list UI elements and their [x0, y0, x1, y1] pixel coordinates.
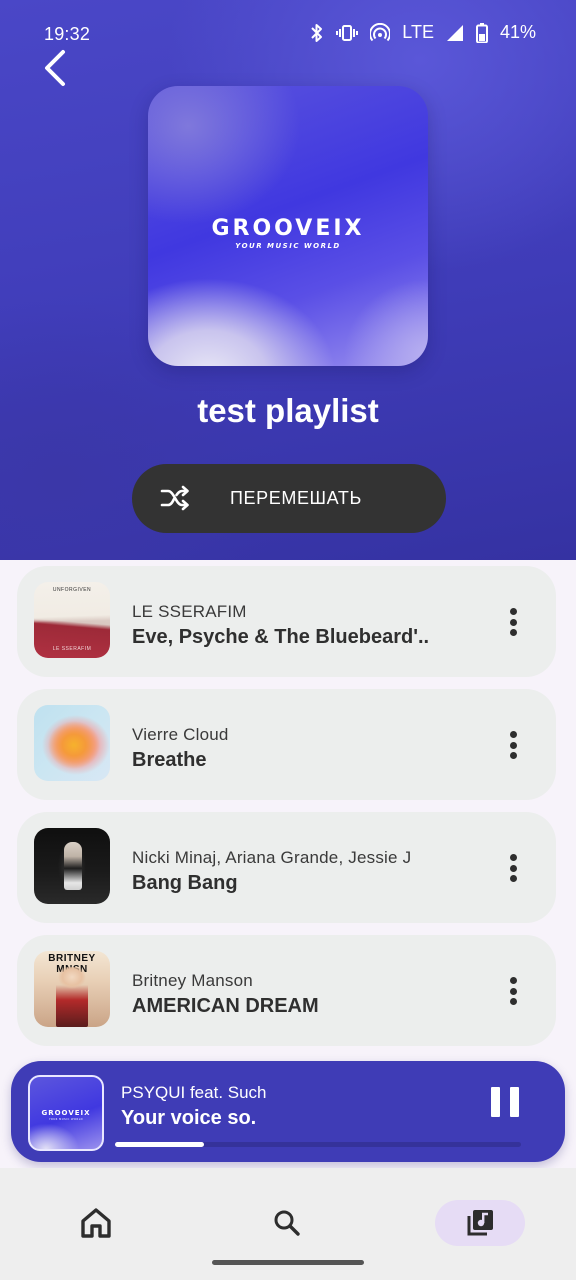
more-options-icon[interactable] — [500, 850, 526, 886]
home-icon — [81, 1208, 111, 1238]
hotspot-icon — [370, 22, 391, 43]
artwork-figure — [56, 967, 88, 1027]
more-options-icon[interactable] — [500, 727, 526, 763]
track-row[interactable]: Vierre Cloud Breathe — [17, 689, 556, 800]
vibrate-icon — [336, 23, 359, 43]
playlist-header: 19:32 LTE 41% GROOVEIX YOUR MUSIC WORLD … — [0, 0, 576, 560]
playlist-title: test playlist — [197, 392, 379, 429]
shuffle-button[interactable]: ПЕРЕМЕШАТЬ — [132, 464, 446, 533]
nav-search[interactable] — [263, 1200, 311, 1246]
track-row[interactable]: UNFORGIVEN LE SSERAFIM LE SSERAFIM Eve, … — [17, 566, 556, 677]
cover-logo: GROOVEIX — [211, 216, 365, 241]
pause-icon[interactable] — [491, 1087, 519, 1117]
track-title: AMERICAN DREAM — [132, 995, 319, 1017]
chevron-left-icon — [45, 50, 65, 86]
track-row[interactable]: BRITNEY MNSN Britney Manson AMERICAN DRE… — [17, 935, 556, 1046]
shuffle-icon — [160, 485, 190, 516]
mini-player-title: Your voice so. — [121, 1107, 257, 1129]
bottom-nav — [0, 1168, 576, 1280]
shuffle-label: ПЕРЕМЕШАТЬ — [230, 488, 362, 508]
artwork-figure — [64, 842, 82, 890]
bluetooth-icon — [310, 23, 324, 43]
track-artwork: UNFORGIVEN LE SSERAFIM — [34, 582, 110, 658]
track-row[interactable]: Nicki Minaj, Ariana Grande, Jessie J Ban… — [17, 812, 556, 923]
track-artist: Vierre Cloud — [132, 725, 229, 744]
track-artwork — [34, 828, 110, 904]
battery-level: 41% — [499, 22, 536, 42]
status-time: 19:32 — [44, 24, 91, 44]
playback-progress-fill — [115, 1142, 205, 1147]
cover-tagline: YOUR MUSIC WORLD — [235, 242, 341, 250]
search-icon — [274, 1210, 300, 1236]
mini-player[interactable]: GROOVEIX YOUR MUSIC WORLD PSYQUI feat. S… — [11, 1061, 565, 1162]
track-artwork — [34, 705, 110, 781]
more-options-icon[interactable] — [500, 604, 526, 640]
playback-progress[interactable] — [115, 1142, 521, 1147]
track-artist: Nicki Minaj, Ariana Grande, Jessie J — [132, 848, 412, 867]
artwork-text: UNFORGIVEN — [52, 587, 92, 593]
nav-home[interactable] — [72, 1200, 120, 1246]
track-artist: LE SSERAFIM — [132, 602, 247, 621]
track-title: Eve, Psyche & The Bluebeard'.. — [132, 626, 430, 648]
mini-player-artist: PSYQUI feat. Such — [121, 1083, 267, 1102]
status-icons: LTE 41% — [310, 22, 536, 43]
status-bar: 19:32 LTE 41% — [0, 0, 576, 68]
track-title: Breathe — [132, 749, 207, 771]
mini-player-artwork: GROOVEIX YOUR MUSIC WORLD — [28, 1075, 104, 1151]
more-options-icon[interactable] — [500, 973, 526, 1009]
network-type: LTE — [402, 22, 434, 42]
gesture-bar[interactable] — [212, 1260, 364, 1265]
track-artwork: BRITNEY MNSN — [34, 951, 110, 1027]
artwork-text: LE SSERAFIM — [52, 646, 92, 652]
library-music-icon — [467, 1210, 493, 1236]
track-title: Bang Bang — [132, 872, 238, 894]
playlist-cover: GROOVEIX YOUR MUSIC WORLD — [148, 86, 428, 366]
signal-icon — [446, 24, 464, 42]
nav-library[interactable] — [435, 1200, 525, 1246]
battery-icon — [475, 22, 488, 43]
mini-artwork-tagline: YOUR MUSIC WORLD — [48, 1118, 84, 1121]
track-artist: Britney Manson — [132, 971, 253, 990]
back-button[interactable] — [30, 46, 78, 90]
mini-artwork-logo: GROOVEIX — [41, 1109, 91, 1117]
